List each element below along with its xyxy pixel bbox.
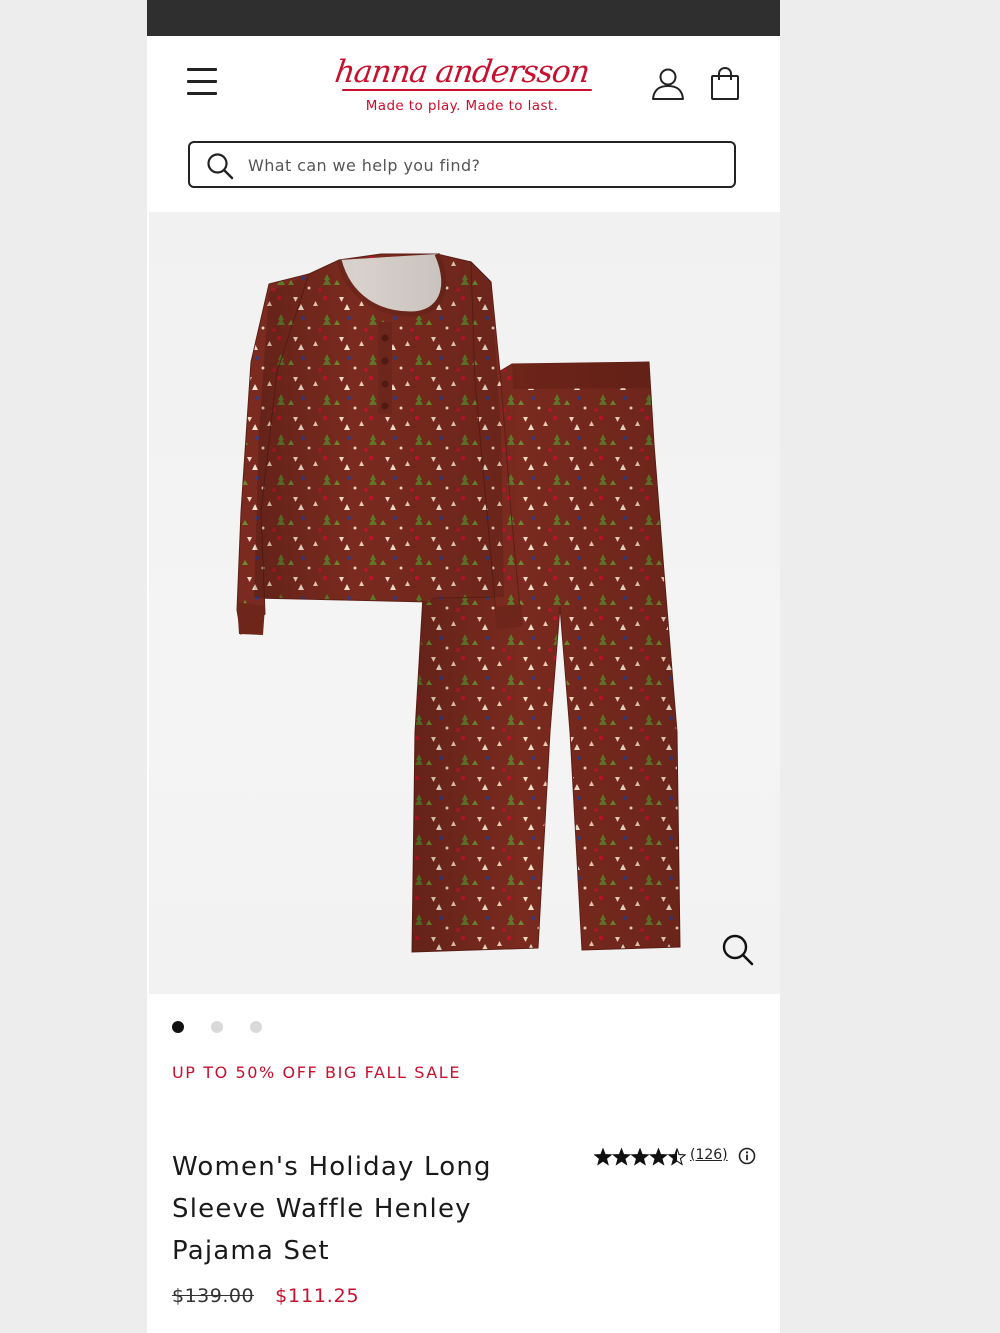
rating-star-fill (650, 1149, 667, 1165)
product-image-gallery[interactable] (149, 212, 780, 994)
zoom-icon[interactable] (720, 932, 756, 968)
original-price: $139.00 (172, 1285, 255, 1307)
gallery-dot[interactable] (172, 1021, 184, 1033)
brand-tagline: Made to play. Made to last. (365, 98, 559, 114)
info-icon[interactable] (738, 1147, 756, 1165)
site-header: hanna andersson Made to play. Made to la… (147, 36, 780, 212)
price-row: $139.00 $111.25 (172, 1285, 359, 1315)
sale-price: $111.25 (275, 1285, 360, 1307)
pajama-henley-top (236, 252, 523, 635)
search-bar[interactable] (188, 141, 736, 188)
gallery-dot[interactable] (250, 1021, 262, 1033)
product-image[interactable] (149, 212, 780, 994)
shopping-bag-icon[interactable] (709, 66, 741, 102)
brand-logo[interactable]: hanna andersson Made to play. Made to la… (322, 52, 602, 122)
product-title: Women's Holiday Long Sleeve Waffle Henle… (172, 1152, 492, 1266)
search-icon[interactable] (206, 152, 234, 180)
sale-promo-text: UP TO 50% OFF BIG FALL SALE (172, 1063, 462, 1082)
gallery-dot[interactable] (211, 1021, 223, 1033)
logo-underline (342, 89, 592, 91)
rating-stars (594, 1148, 686, 1166)
status-bar (147, 0, 780, 36)
review-count-link[interactable]: (126) (690, 1147, 728, 1163)
brand-logo-wordmark: hanna andersson (332, 54, 592, 90)
user-account-icon[interactable] (650, 66, 686, 102)
rating-star-fill (613, 1149, 630, 1165)
rating-star-fill (594, 1149, 612, 1165)
rating-star-fill (631, 1149, 649, 1165)
search-input[interactable] (248, 149, 718, 181)
app-screen: hanna andersson Made to play. Made to la… (147, 0, 780, 1333)
hamburger-menu-icon[interactable] (187, 66, 217, 98)
